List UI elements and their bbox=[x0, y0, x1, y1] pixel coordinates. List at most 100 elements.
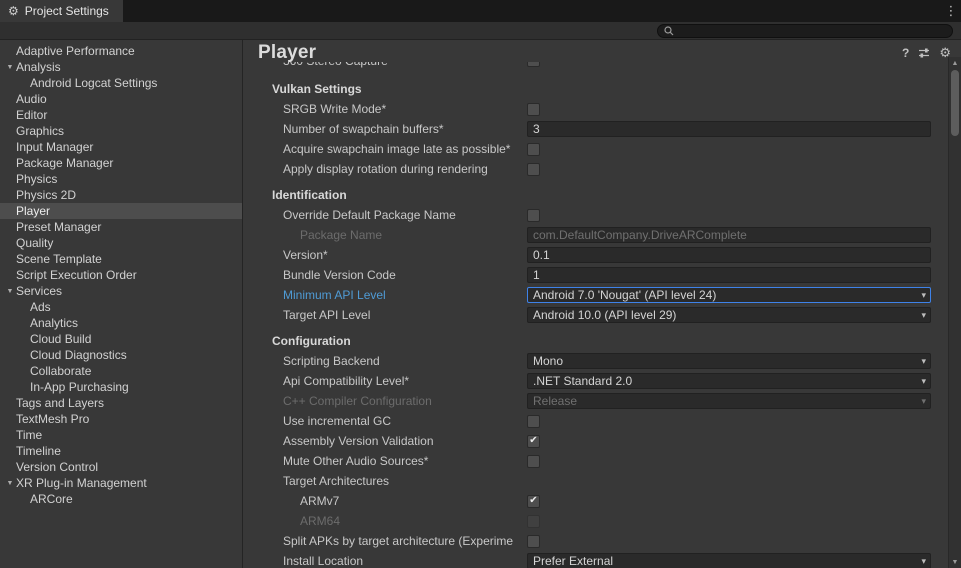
sidebar-item-physics-2d[interactable]: Physics 2D bbox=[0, 187, 242, 203]
mute-other-audio-sources-checkbox[interactable] bbox=[527, 455, 540, 468]
c-compiler-configuration-dropdown[interactable]: Release▾ bbox=[527, 393, 931, 409]
sidebar-item-script-execution-order[interactable]: Script Execution Order bbox=[0, 267, 242, 283]
bundle-version-code-field[interactable]: 1 bbox=[527, 267, 931, 283]
sidebar-item-label: Editor bbox=[16, 108, 47, 122]
scrollbar-thumb[interactable] bbox=[951, 70, 959, 136]
sidebar-item-time[interactable]: Time bbox=[0, 427, 242, 443]
field-label: SRGB Write Mode* bbox=[283, 102, 527, 116]
check-icon: ✔ bbox=[529, 496, 537, 506]
toolbar bbox=[0, 22, 961, 40]
window-body: Adaptive Performance▼AnalysisAndroid Log… bbox=[0, 40, 961, 568]
sidebar-item-in-app-purchasing[interactable]: In-App Purchasing bbox=[0, 379, 242, 395]
number-of-swapchain-buffers-field[interactable]: 3 bbox=[527, 121, 931, 137]
search-box[interactable] bbox=[657, 24, 953, 38]
foldout-arrow-icon[interactable]: ▼ bbox=[4, 64, 16, 71]
row-armv7: ARMv7✔ bbox=[243, 491, 948, 511]
sidebar-item-analytics[interactable]: Analytics bbox=[0, 315, 242, 331]
field-label: ARM64 bbox=[283, 514, 527, 528]
sidebar-item-ads[interactable]: Ads bbox=[0, 299, 242, 315]
sidebar-item-editor[interactable]: Editor bbox=[0, 107, 242, 123]
sidebar-item-audio[interactable]: Audio bbox=[0, 91, 242, 107]
sidebar-item-label: Time bbox=[16, 428, 42, 442]
vertical-scrollbar[interactable]: ▲ ▼ bbox=[948, 57, 961, 568]
chevron-down-icon: ▾ bbox=[921, 376, 926, 387]
field-label: Version* bbox=[283, 248, 527, 262]
preset-icon[interactable] bbox=[918, 47, 930, 59]
sidebar-item-tags-and-layers[interactable]: Tags and Layers bbox=[0, 395, 242, 411]
scripting-backend-dropdown[interactable]: Mono▾ bbox=[527, 353, 931, 369]
sidebar-item-label: Version Control bbox=[16, 460, 98, 474]
section-header: Vulkan Settings bbox=[272, 82, 362, 96]
field-label: Bundle Version Code bbox=[283, 268, 527, 282]
assembly-version-validation-checkbox[interactable]: ✔ bbox=[527, 435, 540, 448]
sidebar-item-label: Physics bbox=[16, 172, 57, 186]
sidebar-item-label: Quality bbox=[16, 236, 53, 250]
sidebar-item-label: Physics 2D bbox=[16, 188, 76, 202]
override-default-package-name-checkbox[interactable] bbox=[527, 209, 540, 222]
sidebar-item-scene-template[interactable]: Scene Template bbox=[0, 251, 242, 267]
row-api-compatibility-level: Api Compatibility Level*.NET Standard 2.… bbox=[243, 371, 948, 391]
srgb-write-mode-checkbox[interactable] bbox=[527, 103, 540, 116]
sidebar-item-arcore[interactable]: ARCore bbox=[0, 491, 242, 507]
window-menu-icon[interactable]: ⋮ bbox=[941, 0, 961, 22]
row-use-incremental-gc: Use incremental GC bbox=[243, 411, 948, 431]
row-srgb-write-mode: SRGB Write Mode* bbox=[243, 99, 948, 119]
sidebar-item-label: Audio bbox=[16, 92, 47, 106]
field-label: Install Location bbox=[283, 554, 527, 568]
armv7-checkbox[interactable]: ✔ bbox=[527, 495, 540, 508]
version-field[interactable]: 0.1 bbox=[527, 247, 931, 263]
dropdown-value: .NET Standard 2.0 bbox=[533, 374, 632, 388]
sidebar-item-label: Adaptive Performance bbox=[16, 44, 135, 58]
sidebar-item-analysis[interactable]: ▼Analysis bbox=[0, 59, 242, 75]
arm64-checkbox[interactable] bbox=[527, 515, 540, 528]
use-incremental-gc-checkbox[interactable] bbox=[527, 415, 540, 428]
sidebar-item-cloud-diagnostics[interactable]: Cloud Diagnostics bbox=[0, 347, 242, 363]
field-label: Mute Other Audio Sources* bbox=[283, 454, 527, 468]
project-settings-window: ⚙ Project Settings ⋮ Adaptive Performanc… bbox=[0, 0, 961, 568]
sidebar-item-physics[interactable]: Physics bbox=[0, 171, 242, 187]
sidebar-item-quality[interactable]: Quality bbox=[0, 235, 242, 251]
sidebar-item-label: Cloud Build bbox=[30, 332, 91, 346]
chevron-down-icon: ▾ bbox=[921, 310, 926, 321]
titlebar: ⚙ Project Settings ⋮ bbox=[0, 0, 961, 22]
scroll-down-icon[interactable]: ▼ bbox=[949, 556, 961, 568]
dropdown-value: Release bbox=[533, 394, 577, 408]
sidebar-item-version-control[interactable]: Version Control bbox=[0, 459, 242, 475]
field-label: ARMv7 bbox=[283, 494, 527, 508]
sidebar-item-textmesh-pro[interactable]: TextMesh Pro bbox=[0, 411, 242, 427]
dropdown-value: Prefer External bbox=[533, 554, 613, 568]
target-api-level-dropdown[interactable]: Android 10.0 (API level 29)▾ bbox=[527, 307, 931, 323]
help-icon[interactable]: ? bbox=[902, 47, 909, 59]
360-stereo-capture-checkbox[interactable] bbox=[527, 62, 540, 67]
field-label: Apply display rotation during rendering bbox=[283, 162, 527, 176]
sidebar-item-input-manager[interactable]: Input Manager bbox=[0, 139, 242, 155]
search-input[interactable] bbox=[678, 25, 946, 37]
sidebar-item-timeline[interactable]: Timeline bbox=[0, 443, 242, 459]
sidebar-item-label: Analysis bbox=[16, 60, 61, 74]
apply-display-rotation-during-rendering-checkbox[interactable] bbox=[527, 163, 540, 176]
sidebar-item-collaborate[interactable]: Collaborate bbox=[0, 363, 242, 379]
field-label: Target Architectures bbox=[283, 474, 527, 488]
api-compatibility-level-dropdown[interactable]: .NET Standard 2.0 ▾ bbox=[527, 373, 931, 389]
sidebar-item-xr-plug-in-management[interactable]: ▼XR Plug-in Management bbox=[0, 475, 242, 491]
scroll-up-icon[interactable]: ▲ bbox=[949, 57, 961, 69]
sidebar-item-android-logcat-settings[interactable]: Android Logcat Settings bbox=[0, 75, 242, 91]
install-location-dropdown[interactable]: Prefer External▾ bbox=[527, 553, 931, 568]
minimum-api-level-dropdown[interactable]: Android 7.0 'Nougat' (API level 24)▾ bbox=[527, 287, 931, 303]
sidebar-item-preset-manager[interactable]: Preset Manager bbox=[0, 219, 242, 235]
sidebar-item-cloud-build[interactable]: Cloud Build bbox=[0, 331, 242, 347]
foldout-arrow-icon[interactable]: ▼ bbox=[4, 480, 16, 487]
foldout-arrow-icon[interactable]: ▼ bbox=[4, 288, 16, 295]
tab-project-settings[interactable]: ⚙ Project Settings bbox=[0, 0, 123, 22]
sidebar-item-graphics[interactable]: Graphics bbox=[0, 123, 242, 139]
sidebar-item-player[interactable]: Player bbox=[0, 203, 242, 219]
sidebar-item-adaptive-performance[interactable]: Adaptive Performance bbox=[0, 43, 242, 59]
section-header: Identification bbox=[272, 188, 347, 202]
sidebar-item-services[interactable]: ▼Services bbox=[0, 283, 242, 299]
sidebar-item-package-manager[interactable]: Package Manager bbox=[0, 155, 242, 171]
split-apks-by-target-architecture-experime-checkbox[interactable] bbox=[527, 535, 540, 548]
row-configuration: Configuration bbox=[243, 325, 948, 351]
row-package-name: Package Namecom.DefaultCompany.DriveARCo… bbox=[243, 225, 948, 245]
dropdown-value: Android 7.0 'Nougat' (API level 24) bbox=[533, 288, 716, 302]
acquire-swapchain-image-late-as-possible-checkbox[interactable] bbox=[527, 143, 540, 156]
